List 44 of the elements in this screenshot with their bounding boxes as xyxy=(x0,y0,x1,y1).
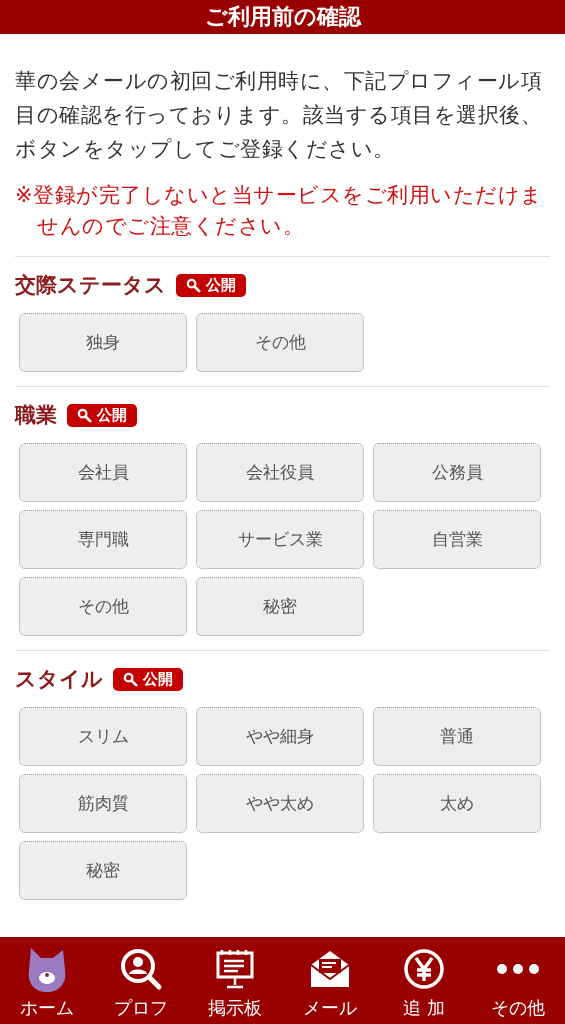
option-button[interactable]: やや太め xyxy=(196,774,364,833)
section-title: 職業 xyxy=(15,402,57,429)
nav-item[interactable]: ホーム xyxy=(0,937,95,1024)
search-icon xyxy=(77,407,92,423)
option-button[interactable]: 公務員 xyxy=(373,443,541,502)
option-button[interactable]: 独身 xyxy=(19,313,187,372)
section-title: スタイル xyxy=(15,666,103,693)
nav-label: プロフ xyxy=(114,996,169,1020)
search-icon xyxy=(123,671,138,687)
option-button[interactable]: 自営業 xyxy=(373,510,541,569)
intro-text: 華の会メールの初回ご利用時に、下記プロフィール項目の確認を行っております。該当する項目を選択後、ボタンをタップしてご登録ください。 xyxy=(15,68,543,163)
public-badge: 公開 xyxy=(113,667,183,691)
option-button[interactable]: 筋肉質 xyxy=(19,774,187,833)
option-button[interactable]: スリム xyxy=(19,707,187,766)
option-button[interactable]: 秘密 xyxy=(196,577,364,636)
option-button[interactable]: 秘密 xyxy=(19,841,187,900)
nav-label: その他 xyxy=(490,996,545,1020)
nav-item[interactable]: 掲示板 xyxy=(188,937,283,1024)
nav-label: メール xyxy=(302,996,357,1020)
page-title: ご利用前の確認 xyxy=(204,3,361,31)
option-button[interactable]: 普通 xyxy=(373,707,541,766)
option-button[interactable]: その他 xyxy=(19,577,187,636)
nav-item[interactable]: 追 加 xyxy=(376,937,471,1024)
search-icon xyxy=(186,277,201,293)
public-badge: 公開 xyxy=(176,273,246,297)
option-button[interactable]: 会社員 xyxy=(19,443,187,502)
nav-item[interactable]: その他 xyxy=(470,937,565,1024)
nav-label: 掲示板 xyxy=(208,996,263,1020)
warning-text: ※登録が完了しないと当サービスをご利用いただけませんのでご注意ください。 xyxy=(15,182,544,240)
option-button[interactable]: やや細身 xyxy=(196,707,364,766)
option-button[interactable]: その他 xyxy=(196,313,364,372)
option-button[interactable]: サービス業 xyxy=(196,510,364,569)
more-icon xyxy=(495,963,540,975)
nav-item[interactable]: プロフ xyxy=(94,937,189,1024)
nav-label: 追 加 xyxy=(402,996,445,1020)
public-badge: 公開 xyxy=(67,403,137,427)
yen-icon xyxy=(401,947,446,991)
section-title: 交際ステータス xyxy=(15,272,166,299)
profile-search-icon xyxy=(119,947,164,991)
option-button[interactable]: 太め xyxy=(373,774,541,833)
option-button[interactable]: 会社役員 xyxy=(196,443,364,502)
nav-item[interactable]: メール xyxy=(282,937,377,1024)
option-button[interactable]: 専門職 xyxy=(19,510,187,569)
nav-label: ホーム xyxy=(20,996,75,1020)
